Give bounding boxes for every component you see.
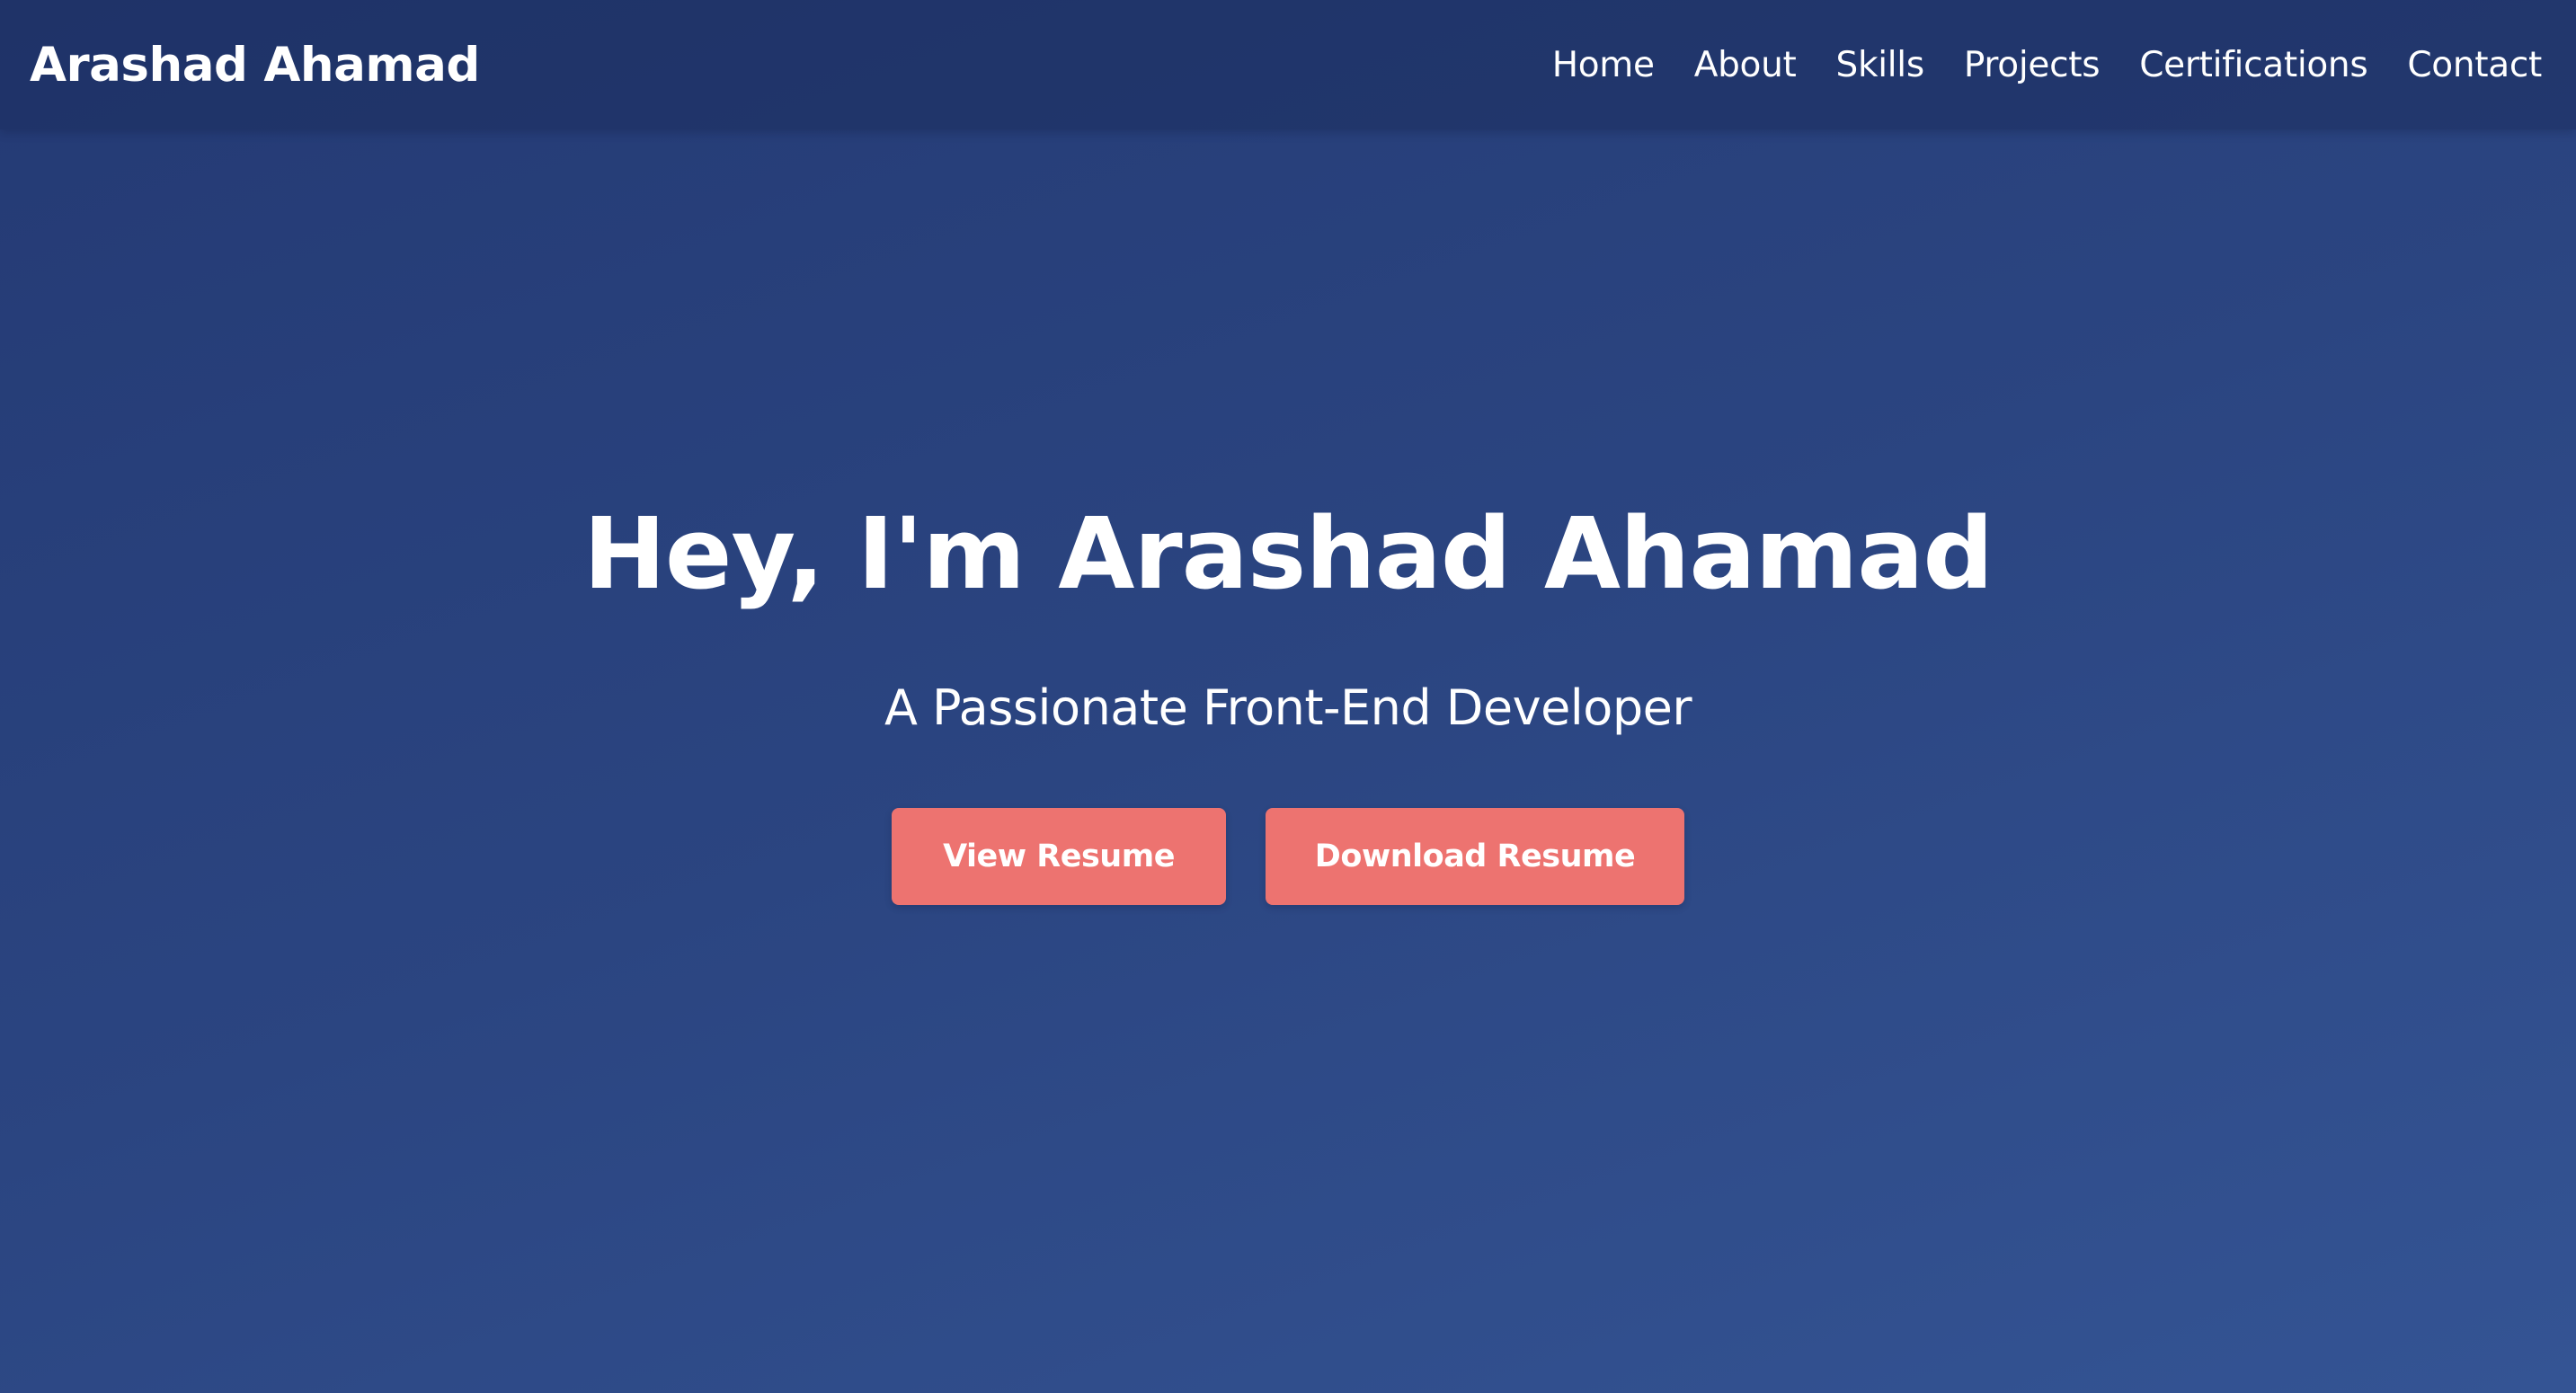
nav-links: Home About Skills Projects Certification… — [1552, 45, 2543, 85]
nav-link-home[interactable]: Home — [1552, 45, 1655, 85]
hero-buttons: View Resume Download Resume — [0, 808, 2576, 905]
nav-link-certifications[interactable]: Certifications — [2139, 45, 2367, 85]
view-resume-button[interactable]: View Resume — [892, 808, 1226, 905]
hero-subtitle: A Passionate Front-End Developer — [884, 679, 1692, 736]
nav-link-about[interactable]: About — [1694, 45, 1797, 85]
nav-link-contact[interactable]: Contact — [2407, 45, 2542, 85]
nav-link-skills[interactable]: Skills — [1836, 45, 1925, 85]
download-resume-button[interactable]: Download Resume — [1266, 808, 1684, 905]
hero-section: Hey, I'm Arashad Ahamad A Passionate Fro… — [0, 129, 2576, 1393]
brand-logo-text[interactable]: Arashad Ahamad — [30, 38, 480, 93]
nav-link-projects[interactable]: Projects — [1964, 45, 2101, 85]
navbar: Arashad Ahamad Home About Skills Project… — [0, 0, 2576, 129]
hero-title: Hey, I'm Arashad Ahamad — [582, 496, 1994, 611]
